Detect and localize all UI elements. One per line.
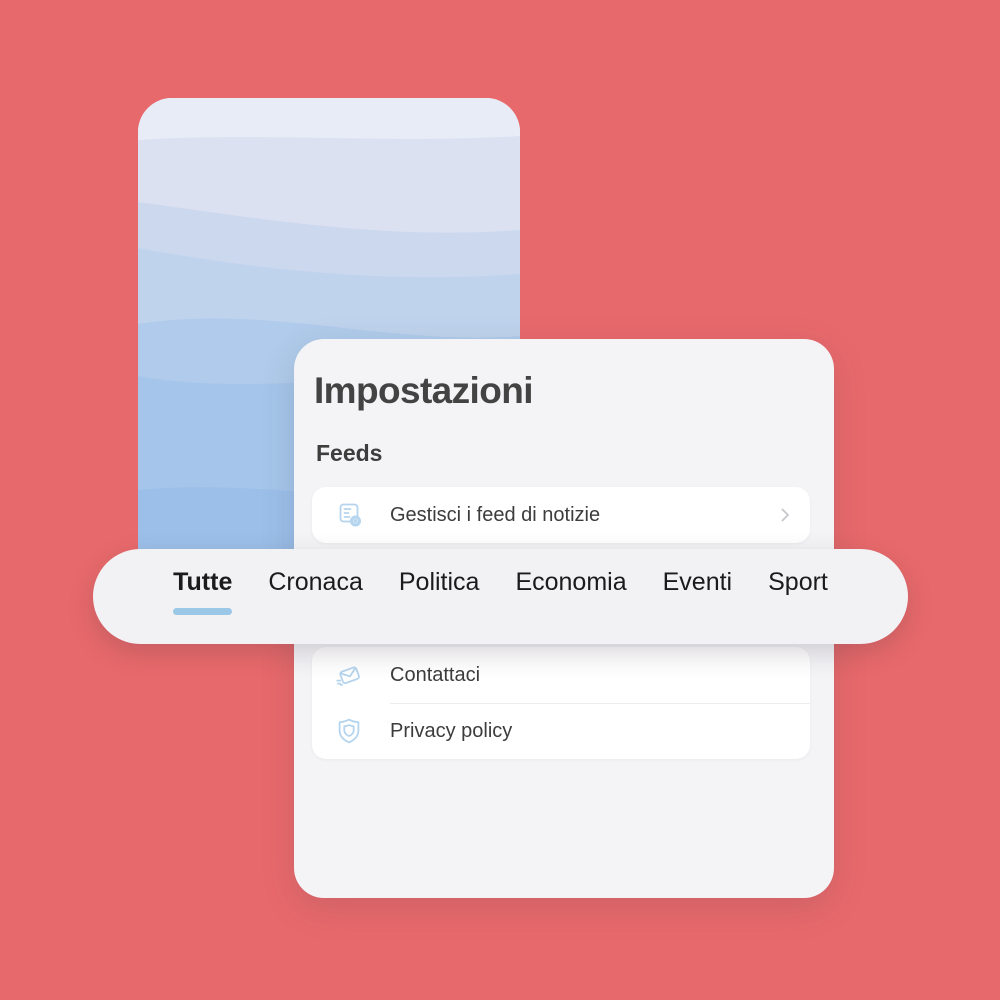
list-item-privacy-policy[interactable]: Privacy policy (312, 703, 810, 759)
tab-sport[interactable]: Sport (768, 568, 828, 623)
support-list: Contattaci Privacy policy (312, 647, 810, 759)
list-item-manage-feeds[interactable]: Gestisci i feed di notizie (312, 487, 810, 543)
tab-cronaca[interactable]: Cronaca (268, 568, 363, 623)
tab-label: Eventi (662, 568, 733, 596)
list-item-label: Privacy policy (390, 719, 513, 742)
section-label-feeds: Feeds (316, 440, 383, 466)
screenshot-stage: Impostazioni Feeds Gestisci i feed di no… (0, 0, 1000, 1000)
envelope-send-icon (336, 666, 360, 686)
feeds-list: Gestisci i feed di notizie (312, 487, 810, 543)
category-tab-bar: Tutte Cronaca Politica Economia Eventi S… (93, 549, 908, 644)
list-item-label: Contattaci (390, 663, 481, 686)
tab-eventi[interactable]: Eventi (663, 568, 732, 623)
tab-label: Politica (398, 568, 480, 596)
tab-tutte[interactable]: Tutte (173, 568, 233, 623)
tab-label: Tutte (173, 568, 233, 596)
page-title: Impostazioni (314, 370, 534, 411)
tab-economia[interactable]: Economia (515, 568, 626, 623)
feed-settings-icon (339, 503, 361, 527)
tab-label: Cronaca (268, 568, 363, 596)
chevron-right-icon (781, 508, 789, 522)
tab-label: Economia (515, 568, 627, 596)
list-item-label: Gestisci i feed di notizie (390, 503, 601, 526)
list-item-contact-us[interactable]: Contattaci (312, 647, 810, 703)
shield-icon (338, 718, 360, 744)
tab-label: Sport (768, 568, 828, 596)
tab-politica[interactable]: Politica (399, 568, 480, 623)
